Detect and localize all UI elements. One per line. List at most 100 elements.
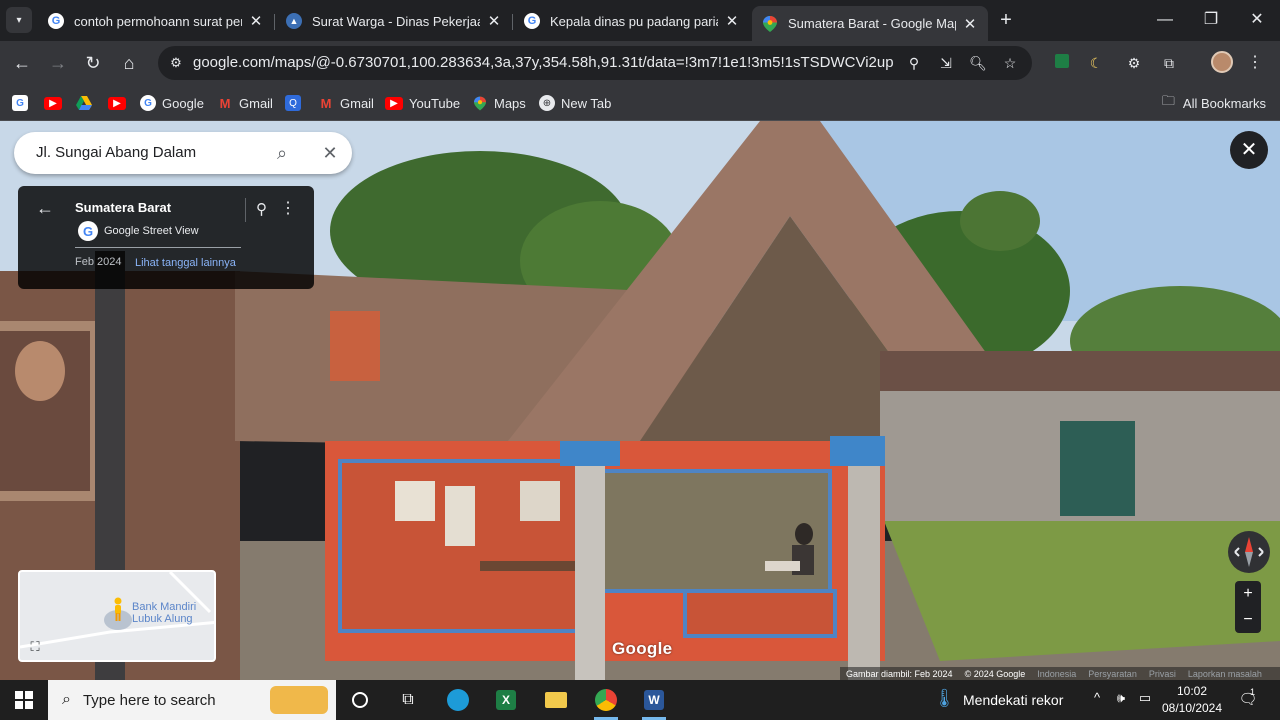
youtube-icon: ▶ xyxy=(44,96,62,110)
profile-avatar[interactable] xyxy=(1211,51,1233,73)
gmail-icon: M xyxy=(219,95,231,111)
place-name: Sumatera Barat xyxy=(75,200,172,215)
search-query[interactable]: Jl. Sungai Abang Dalam xyxy=(36,144,196,161)
close-icon[interactable]: ✕ xyxy=(248,12,264,30)
capture-date: Feb 2024 xyxy=(75,256,122,268)
location-pin-icon[interactable]: ⚲ xyxy=(256,200,267,218)
extension-nl-icon[interactable]: ⚙ xyxy=(1122,51,1146,75)
system-clock[interactable]: 10:02 08/10/2024 xyxy=(1160,683,1224,717)
country-link[interactable]: Indonesia xyxy=(1037,669,1076,679)
tab-contoh-permohonan[interactable]: G contoh permohoann surat perb ✕ xyxy=(38,6,274,36)
chevron-up-icon[interactable]: ^ xyxy=(1087,690,1107,705)
cortana-icon[interactable] xyxy=(340,684,380,716)
clear-search-icon[interactable]: ✕ xyxy=(318,141,342,165)
task-view-icon[interactable]: ⧉ xyxy=(388,684,428,716)
notification-icon[interactable]: 🗨︎ 1 xyxy=(1238,687,1258,708)
close-icon[interactable]: ✕ xyxy=(724,12,740,30)
bookmark-youtube-2[interactable]: ▶ xyxy=(108,92,132,114)
zoom-in-button[interactable]: + xyxy=(1235,581,1261,607)
bookmark-maps[interactable]: Maps xyxy=(472,92,526,114)
tab-google-maps[interactable]: Sumatera Barat - Google Maps ✕ xyxy=(752,6,988,41)
privacy-link[interactable]: Privasi xyxy=(1149,669,1176,679)
close-window-button[interactable]: ✕ xyxy=(1234,6,1280,34)
divider xyxy=(245,198,246,222)
install-app-icon[interactable]: ⇲ xyxy=(935,53,957,73)
close-street-view-button[interactable]: ✕ xyxy=(1230,131,1268,169)
chrome-menu-icon[interactable]: ⋮ xyxy=(1243,51,1267,75)
clock-time: 10:02 xyxy=(1176,684,1208,698)
location-icon[interactable]: ⚲ xyxy=(903,53,925,73)
site-settings-icon[interactable]: ⚙ xyxy=(166,53,186,73)
search-icon: ⌕ xyxy=(62,691,71,708)
pegman-icon xyxy=(114,597,122,621)
mini-map[interactable]: Bank Mandiri Lubuk Alung ⛶ xyxy=(18,570,216,662)
attribution-bar: Gambar diambil: Feb 2024 © 2024 Google I… xyxy=(840,667,1280,680)
minimize-button[interactable]: — xyxy=(1142,6,1188,34)
zoom-control: + − xyxy=(1235,581,1261,633)
weather-thermometer-icon[interactable]: 🌡︎ xyxy=(933,688,956,709)
zoom-out-button[interactable]: − xyxy=(1235,607,1261,633)
bookmark-google[interactable]: G xyxy=(12,92,34,114)
extensions-puzzle-icon[interactable]: ⧉ xyxy=(1157,51,1181,75)
bookmark-gmail-2[interactable]: M Gmail xyxy=(318,92,374,114)
bookmark-google-labeled[interactable]: G Google xyxy=(140,92,204,114)
bookmark-gmail[interactable]: M Gmail xyxy=(217,92,273,114)
maps-search-box[interactable]: Jl. Sungai Abang Dalam ⌕ ✕ xyxy=(14,132,352,174)
tab-title: Kepala dinas pu padang pariam xyxy=(550,13,718,29)
tab-search-button[interactable]: ▾ xyxy=(6,7,32,33)
file-explorer-icon[interactable] xyxy=(536,684,576,716)
site-icon: ▲ xyxy=(286,13,302,29)
compass-control[interactable] xyxy=(1228,531,1270,573)
close-icon[interactable]: ✕ xyxy=(486,12,502,30)
close-icon[interactable]: ✕ xyxy=(962,15,978,33)
back-button[interactable]: ← xyxy=(9,50,35,76)
browser-toolbar: ← → ↻ ⌂ ⚙ google.com/maps/@-0.6730701,10… xyxy=(0,41,1280,85)
bookmark-search[interactable]: Q xyxy=(285,92,307,114)
start-button[interactable] xyxy=(0,680,48,720)
folder-icon: 🗀 xyxy=(1161,93,1175,108)
gmail-icon: M xyxy=(320,95,332,111)
weather-text[interactable]: Mendekati rekor xyxy=(963,692,1063,708)
bookmark-star-icon[interactable]: ☆ xyxy=(999,53,1021,73)
volume-icon[interactable]: 🕪︎ xyxy=(1111,690,1131,706)
tab-title: Sumatera Barat - Google Maps xyxy=(788,16,956,31)
url-text[interactable]: google.com/maps/@-0.6730701,100.283634,3… xyxy=(193,54,893,71)
extension-excel-icon[interactable] xyxy=(1050,51,1074,75)
reload-button[interactable]: ↻ xyxy=(80,50,106,76)
taskbar-search-placeholder[interactable]: Type here to search xyxy=(83,692,216,709)
more-dates-link[interactable]: Lihat tanggal lainnya xyxy=(135,257,236,269)
bookmark-label: Gmail xyxy=(340,95,374,111)
report-problem-link[interactable]: Laporkan masalah xyxy=(1188,669,1262,679)
bookmark-drive[interactable] xyxy=(76,92,98,114)
edge-icon[interactable] xyxy=(438,684,478,716)
dark-mode-icon[interactable]: ☾ xyxy=(1084,51,1108,75)
excel-icon[interactable]: X xyxy=(486,684,526,716)
bookmark-youtube[interactable]: ▶ xyxy=(44,92,68,114)
battery-icon[interactable]: ▭ xyxy=(1135,690,1155,706)
google-icon: G xyxy=(140,95,156,111)
bookmark-youtube-labeled[interactable]: ▶ YouTube xyxy=(385,92,460,114)
tab-title: contoh permohoann surat perb xyxy=(74,13,242,29)
home-button[interactable]: ⌂ xyxy=(116,50,142,76)
bookmark-new-tab[interactable]: ⊕ New Tab xyxy=(539,92,611,114)
more-options-icon[interactable]: ⋮ xyxy=(280,198,296,218)
notification-count: 1 xyxy=(1250,687,1256,697)
restore-button[interactable]: ❐ xyxy=(1188,6,1234,34)
new-tab-button[interactable]: + xyxy=(994,9,1018,33)
google-icon: G xyxy=(48,13,64,29)
back-arrow-icon[interactable]: ← xyxy=(36,198,54,219)
tab-surat-warga[interactable]: ▲ Surat Warga - Dinas Pekerjaan U ✕ xyxy=(276,6,512,36)
zoom-icon[interactable]: 🔍︎ xyxy=(967,53,989,73)
tab-separator xyxy=(274,14,275,30)
search-icon[interactable]: ⌕ xyxy=(270,141,294,165)
address-bar[interactable]: ⚙ google.com/maps/@-0.6730701,100.283634… xyxy=(158,46,1032,80)
forward-button[interactable]: → xyxy=(45,50,71,76)
chrome-icon[interactable] xyxy=(586,684,626,720)
taskbar-search[interactable]: ⌕ Type here to search xyxy=(48,680,336,720)
tab-kepala-dinas[interactable]: G Kepala dinas pu padang pariam ✕ xyxy=(514,6,750,36)
terms-link[interactable]: Persyaratan xyxy=(1088,669,1137,679)
expand-map-icon[interactable]: ⛶ xyxy=(26,638,44,656)
street-view-panorama[interactable]: Jl. Sungai Abang Dalam ⌕ ✕ ← Sumatera Ba… xyxy=(0,121,1280,680)
all-bookmarks-button[interactable]: 🗀 All Bookmarks xyxy=(1162,92,1266,114)
word-icon[interactable]: W xyxy=(634,684,674,720)
